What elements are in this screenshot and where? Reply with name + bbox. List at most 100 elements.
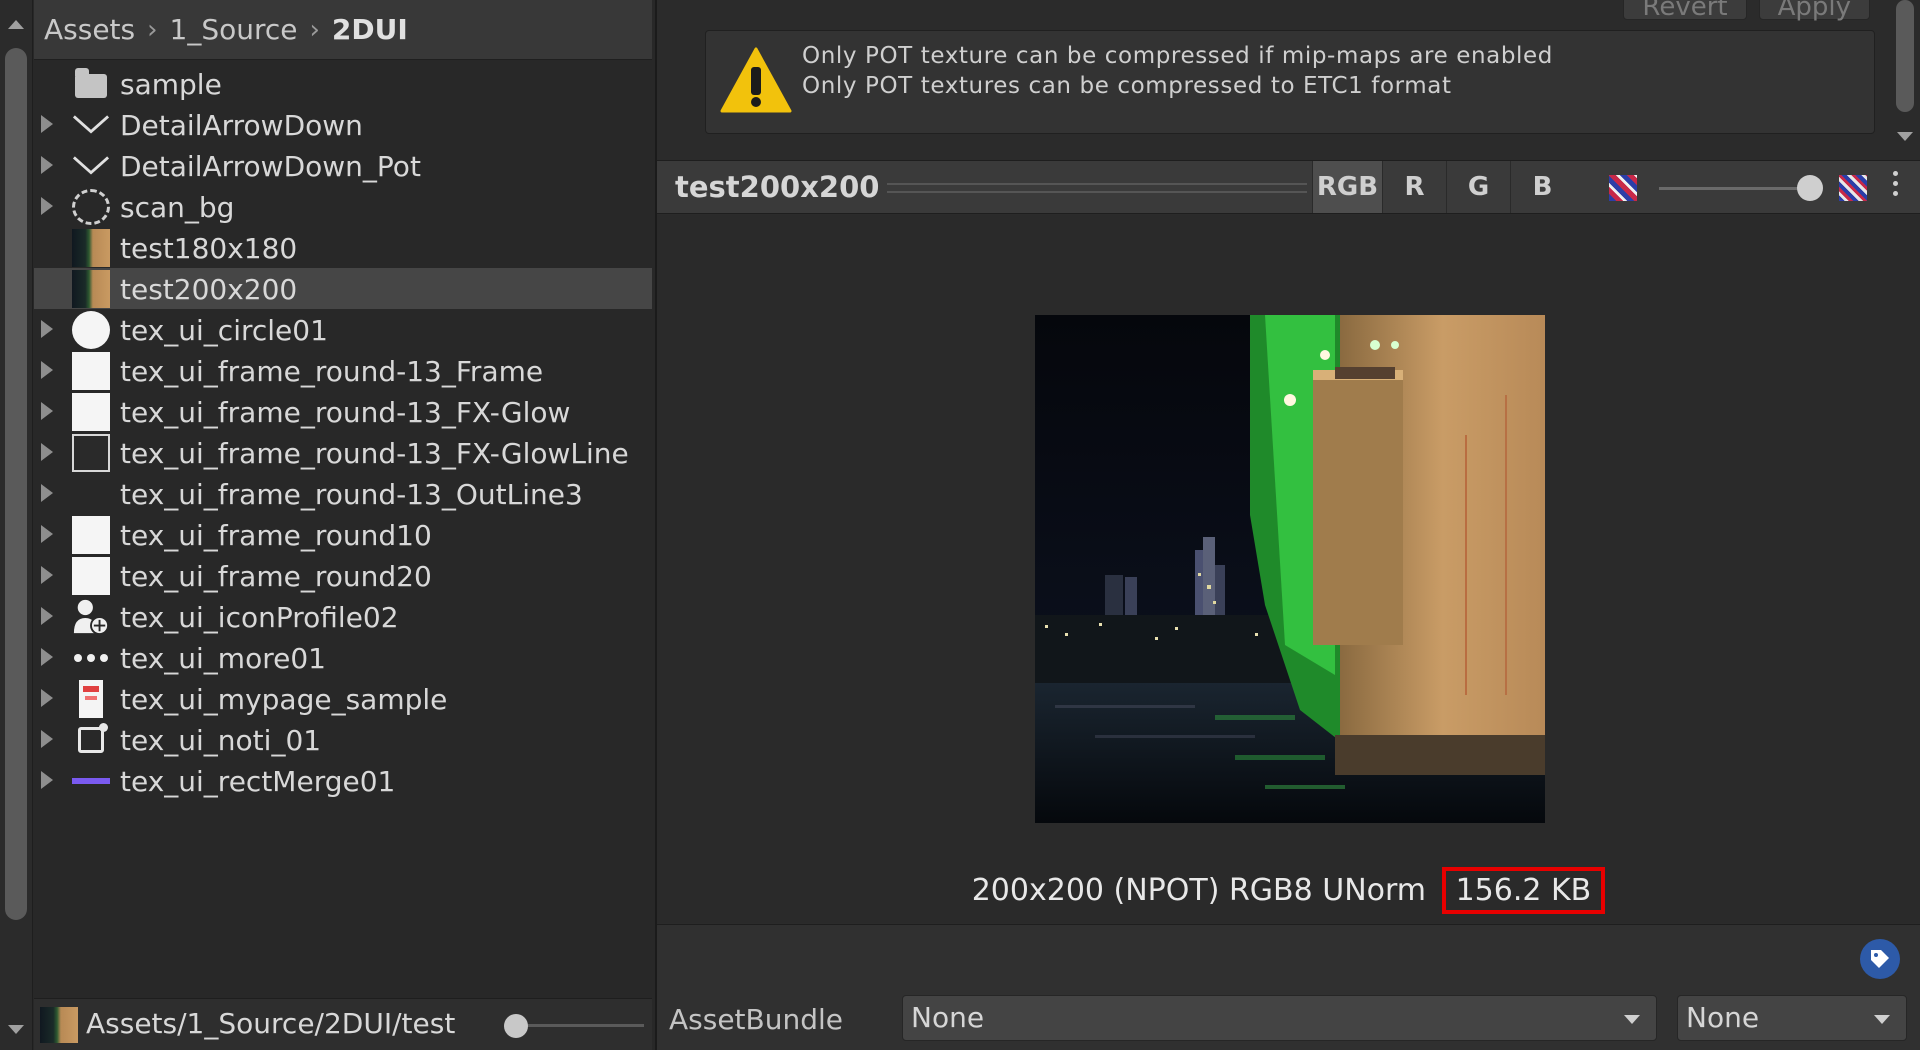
expand-arrow-icon[interactable] xyxy=(41,730,53,748)
list-item[interactable]: tex_ui_noti_01 xyxy=(34,719,652,760)
expand-arrow-icon[interactable] xyxy=(41,156,53,174)
white-square-icon xyxy=(72,351,110,390)
preview-toolbar: test200x200 RGB R G B xyxy=(657,160,1920,214)
breadcrumb-2dui[interactable]: 2DUI xyxy=(332,13,408,46)
texture-format-info: 200x200 (NPOT) RGB8 UNorm xyxy=(971,873,1427,908)
list-item-label: sample xyxy=(120,68,222,101)
list-item-label: tex_ui_circle01 xyxy=(120,314,328,347)
list-item[interactable]: tex_ui_rectMerge01 xyxy=(34,760,652,801)
icon-size-slider-knob[interactable] xyxy=(504,1014,528,1038)
list-item[interactable]: tex_ui_iconProfile02 xyxy=(34,596,652,637)
texture-size-highlight: 156.2 KB xyxy=(1441,867,1606,914)
list-item[interactable]: tex_ui_frame_round10 xyxy=(34,514,652,555)
list-item[interactable]: DetailArrowDown_Pot xyxy=(34,145,652,186)
list-item[interactable]: tex_ui_frame_round-13_FX-GlowLine xyxy=(34,432,652,473)
notification-icon xyxy=(72,721,110,758)
texture-info-line: 200x200 (NPOT) RGB8 UNorm 156.2 KB xyxy=(657,867,1920,914)
folder-icon xyxy=(72,65,110,102)
chevron-down-icon xyxy=(72,106,110,143)
warning-message-1: Only POT texture can be compressed if mi… xyxy=(802,43,1554,69)
list-item-label: test180x180 xyxy=(120,232,298,265)
expand-arrow-icon[interactable] xyxy=(41,443,53,461)
list-item[interactable]: test180x180 xyxy=(34,227,652,268)
assetbundle-name-dropdown[interactable]: None xyxy=(902,995,1657,1041)
mip-high-icon[interactable] xyxy=(1839,175,1867,201)
mypage-icon xyxy=(72,679,110,718)
expand-arrow-icon[interactable] xyxy=(41,607,53,625)
expand-arrow-icon[interactable] xyxy=(41,361,53,379)
channel-b-button[interactable]: B xyxy=(1510,161,1574,213)
expand-arrow-icon[interactable] xyxy=(41,197,53,215)
assetbundle-section: AssetBundle None None xyxy=(657,924,1920,1050)
list-item-label: tex_ui_frame_round-13_OutLine3 xyxy=(120,478,583,511)
warning-icon xyxy=(720,47,792,113)
mip-slider-track[interactable] xyxy=(1659,187,1809,190)
list-item-label: tex_ui_frame_round20 xyxy=(120,560,432,593)
apply-button[interactable]: Apply xyxy=(1758,0,1870,22)
inspector-scrollbar-thumb[interactable] xyxy=(1896,0,1914,112)
list-item[interactable]: tex_ui_frame_round-13_Frame xyxy=(34,350,652,391)
warning-box: Only POT texture can be compressed if mi… xyxy=(705,30,1875,134)
list-item-label: tex_ui_rectMerge01 xyxy=(120,765,396,798)
list-item-label: scan_bg xyxy=(120,191,235,224)
list-item[interactable]: DetailArrowDown xyxy=(34,104,652,145)
list-item-label: tex_ui_frame_round10 xyxy=(120,519,432,552)
scroll-down-icon[interactable] xyxy=(8,1025,24,1034)
inspector-scrollbar[interactable] xyxy=(1890,0,1920,158)
import-buttons: Revert Apply xyxy=(1623,0,1870,22)
inspector-panel: Revert Apply Only POT texture can be com… xyxy=(655,0,1920,1050)
expand-arrow-icon[interactable] xyxy=(41,320,53,338)
assetbundle-label: AssetBundle xyxy=(669,1003,844,1036)
scroll-up-icon[interactable] xyxy=(8,20,24,29)
expand-arrow-icon[interactable] xyxy=(41,484,53,502)
assetbundle-variant-dropdown[interactable]: None xyxy=(1677,995,1907,1041)
label-tag-icon[interactable] xyxy=(1860,939,1900,979)
list-item[interactable]: tex_ui_more01 xyxy=(34,637,652,678)
breadcrumb: Assets › 1_Source › 2DUI xyxy=(34,0,652,60)
dashed-circle-icon xyxy=(72,188,110,225)
scroll-down-icon[interactable] xyxy=(1897,132,1913,141)
white-square-icon xyxy=(72,392,110,431)
outline-square-icon xyxy=(72,433,110,472)
mip-slider-knob[interactable] xyxy=(1797,175,1823,201)
expand-arrow-icon[interactable] xyxy=(41,771,53,789)
list-item[interactable]: tex_ui_frame_round20 xyxy=(34,555,652,596)
list-item[interactable]: test200x200 xyxy=(34,268,652,309)
expand-arrow-icon[interactable] xyxy=(41,689,53,707)
list-item-label: tex_ui_frame_round-13_FX-Glow xyxy=(120,396,571,429)
revert-button[interactable]: Revert xyxy=(1623,0,1747,22)
expand-arrow-icon[interactable] xyxy=(41,115,53,133)
channel-g-button[interactable]: G xyxy=(1446,161,1510,213)
expand-arrow-icon[interactable] xyxy=(41,402,53,420)
white-circle-icon xyxy=(72,310,110,349)
channel-rgb-button[interactable]: RGB xyxy=(1312,161,1382,213)
list-item[interactable]: scan_bg xyxy=(34,186,652,227)
warning-message-2: Only POT textures can be compressed to E… xyxy=(802,73,1452,99)
preview-title: test200x200 xyxy=(675,170,880,204)
breadcrumb-assets[interactable]: Assets xyxy=(44,13,135,46)
expand-arrow-icon[interactable] xyxy=(41,566,53,584)
list-item[interactable]: sample xyxy=(34,63,652,104)
texture-preview-area: 200x200 (NPOT) RGB8 UNorm 156.2 KB xyxy=(657,215,1920,923)
chevron-down-icon xyxy=(1874,1015,1890,1024)
breadcrumb-source[interactable]: 1_Source xyxy=(170,13,298,46)
more-options-icon[interactable] xyxy=(1893,171,1898,196)
list-item[interactable]: tex_ui_mypage_sample xyxy=(34,678,652,719)
list-item[interactable]: tex_ui_frame_round-13_OutLine3 xyxy=(34,473,652,514)
channel-r-button[interactable]: R xyxy=(1382,161,1446,213)
profile-icon xyxy=(72,598,110,635)
blank-icon xyxy=(72,475,110,512)
list-item[interactable]: tex_ui_circle01 xyxy=(34,309,652,350)
drag-handle[interactable] xyxy=(887,183,1307,193)
expand-arrow-icon[interactable] xyxy=(41,648,53,666)
list-item-label: DetailArrowDown xyxy=(120,109,363,142)
list-item[interactable]: tex_ui_frame_round-13_FX-Glow xyxy=(34,391,652,432)
list-item-label: tex_ui_frame_round-13_FX-GlowLine xyxy=(120,437,629,470)
project-footer: Assets/1_Source/2DUI/test xyxy=(34,998,652,1050)
list-item-label: tex_ui_iconProfile02 xyxy=(120,601,399,634)
scrollbar-thumb[interactable] xyxy=(5,48,27,920)
asset-list: sample DetailArrowDown DetailArrowDown_Pot… xyxy=(34,63,652,801)
expand-arrow-icon[interactable] xyxy=(41,525,53,543)
project-scrollbar[interactable] xyxy=(0,0,33,1050)
mip-low-icon[interactable] xyxy=(1609,175,1637,201)
